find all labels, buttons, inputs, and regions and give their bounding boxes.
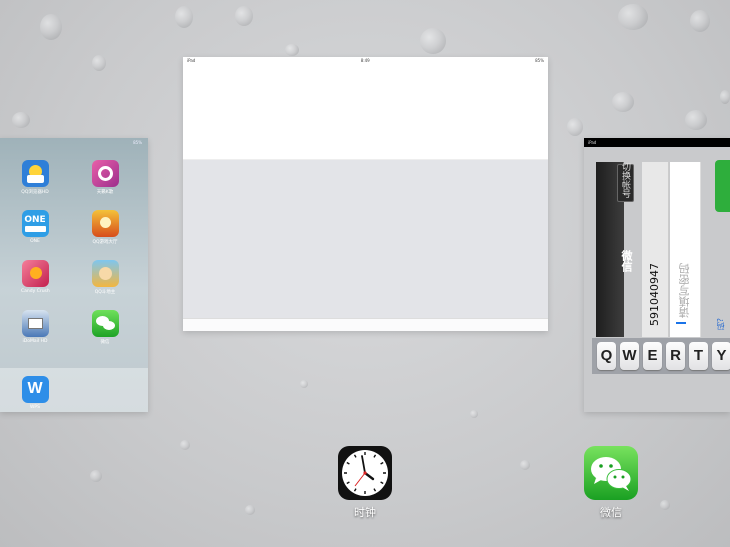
home-app-4: QQ游戏大厅 bbox=[91, 210, 119, 245]
wechat-bubbles-icon bbox=[591, 457, 632, 491]
dock-wechat-label: 微信 bbox=[600, 506, 622, 519]
home-app-7: iDoMail HD bbox=[21, 310, 49, 344]
text-cursor bbox=[676, 322, 686, 324]
home-dock-app: W WPS bbox=[21, 376, 49, 410]
time-label: 8:49 bbox=[360, 58, 370, 63]
browser-icon bbox=[21, 160, 49, 187]
wechat-icon bbox=[584, 446, 638, 500]
music-icon bbox=[91, 160, 119, 187]
game-hall-icon bbox=[91, 210, 119, 237]
cards-icon bbox=[91, 260, 119, 287]
app-label: 微信 bbox=[100, 340, 110, 345]
home-app-2: 天籁K歌 bbox=[91, 160, 119, 195]
clock-icon bbox=[338, 446, 392, 500]
home-status-bar: 85% bbox=[0, 138, 148, 148]
forgot-password-link[interactable]: 码? bbox=[715, 318, 726, 330]
battery-text: 85% bbox=[133, 140, 142, 145]
app-label: Candy Crush bbox=[21, 289, 50, 294]
app-label: QQ浏览器HD bbox=[21, 190, 49, 195]
home-app-1: QQ浏览器HD bbox=[21, 160, 49, 195]
password-placeholder: 请填写密码 bbox=[678, 263, 691, 318]
login-button[interactable] bbox=[715, 160, 730, 212]
home-app-8: 微信 bbox=[91, 310, 119, 345]
home-app-6: QQ斗地主 bbox=[91, 260, 119, 295]
clock-content-top bbox=[183, 65, 548, 160]
app-label: ONE bbox=[30, 239, 40, 244]
app-card-clock[interactable]: iPad 8:49 85% bbox=[183, 57, 548, 331]
dock-app-clock[interactable]: 时钟 bbox=[337, 446, 393, 520]
key-q[interactable]: Q bbox=[597, 342, 616, 370]
dock-clock-label: 时钟 bbox=[354, 506, 376, 519]
app-card-wechat[interactable]: iPad 切换帐号 微信 591040947 请填写密码 码? Q W E R … bbox=[584, 138, 730, 412]
key-y[interactable]: Y bbox=[712, 342, 730, 370]
key-t[interactable]: T bbox=[689, 342, 708, 370]
wechat-status-bar: iPad bbox=[584, 138, 730, 147]
key-e[interactable]: E bbox=[643, 342, 662, 370]
app-card-home[interactable]: 85% QQ浏览器HD 天籁K歌 ONE ONE QQ游戏大厅 Candy Cr… bbox=[0, 138, 148, 412]
home-app-5: Candy Crush bbox=[21, 260, 50, 294]
account-value: 591040947 bbox=[648, 263, 661, 326]
clock-face-icon bbox=[342, 450, 388, 496]
app-label: QQ斗地主 bbox=[94, 290, 116, 295]
device-label: iPad bbox=[588, 140, 597, 145]
clock-status-bar: iPad 8:49 85% bbox=[183, 57, 548, 65]
app-label: WPS bbox=[29, 405, 41, 410]
candy-icon bbox=[21, 260, 49, 287]
app-label: 天籁K歌 bbox=[96, 190, 114, 195]
home-dock: W WPS bbox=[0, 368, 148, 412]
app-label: QQ游戏大厅 bbox=[92, 240, 118, 245]
clock-tab-bar bbox=[183, 318, 548, 331]
one-icon: ONE bbox=[21, 210, 49, 237]
battery-text: 85% bbox=[535, 58, 544, 63]
home-app-3: ONE ONE bbox=[21, 210, 49, 244]
wechat-title: 微信 bbox=[620, 250, 633, 272]
app-label: iDoMail HD bbox=[22, 339, 48, 344]
wps-icon: W bbox=[21, 376, 49, 403]
wechat-icon bbox=[91, 310, 119, 337]
mail-icon bbox=[21, 310, 49, 337]
key-r[interactable]: R bbox=[666, 342, 685, 370]
switch-account-label: 切换帐号 bbox=[620, 162, 630, 198]
dock-app-wechat[interactable]: 微信 bbox=[583, 446, 639, 520]
key-w[interactable]: W bbox=[620, 342, 639, 370]
device-label: iPad bbox=[187, 58, 196, 63]
